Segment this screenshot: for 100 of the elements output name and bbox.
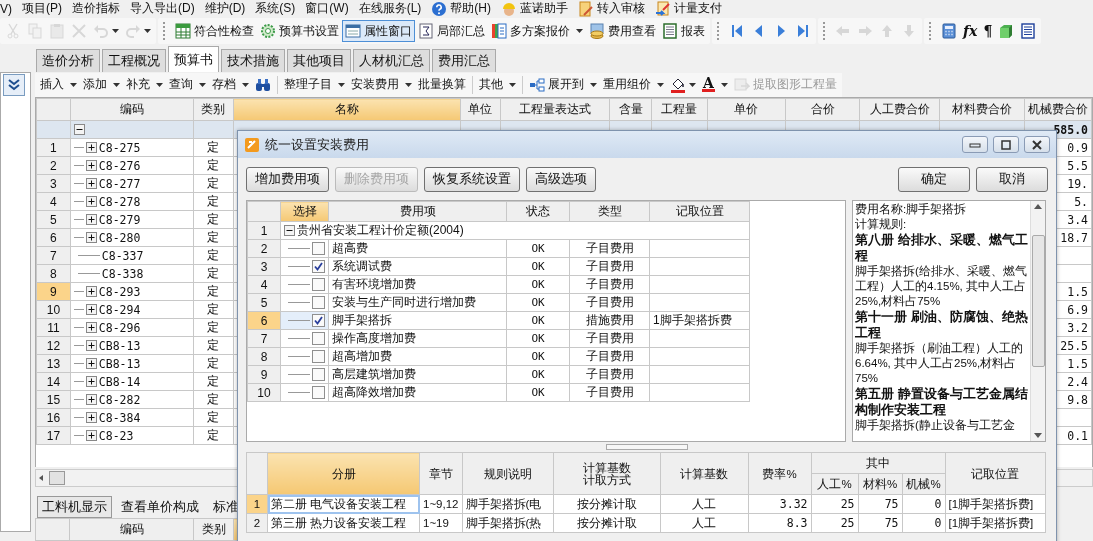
column-header[interactable]: 工程量表达式 bbox=[500, 98, 610, 121]
expand-icon[interactable] bbox=[85, 340, 97, 351]
column-header[interactable]: 人工费合价 bbox=[859, 98, 940, 121]
tab[interactable]: 其他项目 bbox=[287, 49, 351, 72]
expand-icon[interactable] bbox=[85, 394, 97, 405]
column-header[interactable]: 选择 bbox=[280, 201, 329, 222]
column-header[interactable]: 状态 bbox=[506, 201, 570, 222]
close-button[interactable] bbox=[1024, 136, 1050, 153]
column-header[interactable]: 分册 bbox=[267, 452, 420, 495]
column-header[interactable]: 类型 bbox=[569, 201, 650, 222]
expand-icon[interactable] bbox=[85, 160, 97, 171]
checkbox[interactable] bbox=[312, 332, 325, 345]
menu-item[interactable]: 维护(D) bbox=[204, 0, 246, 17]
toolbar-button[interactable]: 批量换算 bbox=[415, 73, 469, 96]
maximize-button[interactable] bbox=[993, 136, 1019, 153]
checkbox[interactable] bbox=[312, 386, 325, 399]
menu-item[interactable]: 蓝诺助手 bbox=[501, 0, 568, 17]
menu-item[interactable]: 转入审核 bbox=[578, 0, 645, 17]
menu-item[interactable]: 造价指标 bbox=[72, 0, 120, 17]
toolbar-button[interactable]: 存档 bbox=[209, 73, 252, 96]
column-header[interactable]: 类别 bbox=[193, 98, 234, 121]
dialog-button[interactable]: 恢复系统设置 bbox=[424, 166, 520, 192]
tab[interactable]: 造价分析 bbox=[36, 49, 100, 72]
toolbar-button[interactable]: 插入 bbox=[37, 73, 80, 96]
expand-icon[interactable] bbox=[85, 358, 97, 369]
column-header[interactable]: 其中 bbox=[811, 452, 945, 474]
expand-icon[interactable] bbox=[85, 196, 97, 207]
checkbox[interactable] bbox=[312, 368, 325, 381]
expand-icon[interactable] bbox=[85, 304, 97, 315]
scrollbar[interactable] bbox=[1030, 201, 1045, 441]
column-header[interactable]: 计算基数计取方式 bbox=[553, 452, 660, 495]
column-header[interactable]: 计算基数 bbox=[660, 452, 748, 495]
expand-icon[interactable] bbox=[85, 214, 97, 225]
minimize-button[interactable] bbox=[962, 136, 988, 153]
toolbar-button[interactable]: 报表 bbox=[659, 20, 708, 42]
column-header[interactable]: 单价 bbox=[707, 98, 786, 121]
column-header[interactable]: 单位 bbox=[460, 98, 501, 121]
expand-icon[interactable] bbox=[85, 286, 97, 297]
dialog-button[interactable]: 取消 bbox=[976, 166, 1048, 192]
collapse-icon[interactable] bbox=[284, 225, 295, 236]
column-header[interactable]: 费率% bbox=[748, 452, 811, 495]
paragraph-button[interactable]: ¶ bbox=[980, 20, 996, 42]
menu-item[interactable]: V) bbox=[0, 1, 12, 16]
toolbar-button[interactable]: 符合性检查 bbox=[172, 20, 257, 42]
tab[interactable]: 预算书 bbox=[168, 46, 219, 72]
column-header[interactable]: 类别 bbox=[193, 518, 234, 541]
expand-icon[interactable] bbox=[85, 376, 97, 387]
toolbar-button[interactable]: 其他 bbox=[476, 73, 519, 96]
column-header[interactable]: 材料费合价 bbox=[939, 98, 1025, 121]
column-header[interactable]: 含量 bbox=[609, 98, 652, 121]
toolbar-button[interactable]: 安装费用 bbox=[348, 73, 415, 96]
expand-icon[interactable] bbox=[85, 412, 97, 423]
scroll-down-icon[interactable] bbox=[1034, 433, 1042, 438]
checkbox[interactable] bbox=[312, 242, 325, 255]
column-header[interactable]: 编码 bbox=[69, 518, 194, 541]
scroll-up-icon[interactable] bbox=[1034, 204, 1042, 209]
toolbar-button[interactable]: 补充 bbox=[123, 73, 166, 96]
function-button[interactable]: fx bbox=[960, 20, 981, 42]
menu-item[interactable]: 计量支付 bbox=[655, 0, 722, 17]
toolbar-button[interactable]: 整理子目 bbox=[281, 73, 348, 96]
scroll-thumb[interactable] bbox=[49, 471, 65, 485]
toolbar-button[interactable]: 重用组价 bbox=[600, 73, 667, 96]
toolbar-button[interactable]: 添加 bbox=[80, 73, 123, 96]
tab[interactable]: 查看单价构成 bbox=[116, 496, 204, 518]
collapse-icon[interactable] bbox=[73, 124, 85, 135]
column-header[interactable]: 名称 bbox=[233, 98, 461, 121]
tab[interactable]: 标准 bbox=[208, 496, 244, 518]
splitter-handle[interactable] bbox=[606, 444, 688, 450]
checkbox[interactable] bbox=[312, 260, 325, 273]
menu-item[interactable]: 系统(S) bbox=[255, 0, 296, 17]
expand-icon[interactable] bbox=[85, 232, 97, 243]
expand-icon[interactable] bbox=[85, 430, 97, 441]
toolbar-button[interactable]: 属性窗口 bbox=[342, 20, 415, 42]
toolbar-button[interactable]: 局部汇总 bbox=[415, 20, 488, 42]
expand-icon[interactable] bbox=[85, 178, 97, 189]
tab[interactable]: 工程概况 bbox=[102, 49, 166, 72]
dialog-button[interactable]: 增加费用项 bbox=[246, 166, 329, 192]
expand-icon[interactable] bbox=[85, 322, 97, 333]
tab[interactable]: 工料机显示 bbox=[37, 496, 112, 518]
toolbar-button[interactable]: 查询 bbox=[166, 73, 209, 96]
tab[interactable]: 技术措施 bbox=[221, 49, 285, 72]
checkbox[interactable] bbox=[312, 350, 325, 363]
tab[interactable]: 人材机汇总 bbox=[353, 49, 430, 72]
column-header[interactable]: 章节 bbox=[419, 452, 462, 495]
expand-icon[interactable] bbox=[85, 142, 97, 153]
collapse-button[interactable] bbox=[3, 74, 25, 96]
column-header[interactable]: 编码 bbox=[70, 98, 194, 121]
toolbar-button[interactable]: 预算书设置 bbox=[257, 20, 342, 42]
menu-item[interactable]: 窗口(W) bbox=[305, 0, 349, 17]
font-color-button[interactable]: A bbox=[699, 73, 731, 96]
column-header[interactable]: 合价 bbox=[785, 98, 860, 121]
tab[interactable]: 费用汇总 bbox=[432, 49, 496, 72]
column-header[interactable]: 费用项 bbox=[328, 201, 507, 222]
dialog-button[interactable]: 高级选项 bbox=[526, 166, 596, 192]
toolbar-button[interactable]: 展开到 bbox=[526, 73, 600, 96]
column-header[interactable]: 机械费合价 bbox=[1024, 98, 1092, 121]
checkbox[interactable] bbox=[312, 296, 325, 309]
menu-item[interactable]: 在线服务(L) bbox=[358, 0, 422, 17]
menu-item[interactable]: 导入导出(D) bbox=[130, 0, 195, 17]
toolbar-button[interactable]: 费用查看 bbox=[586, 20, 659, 42]
